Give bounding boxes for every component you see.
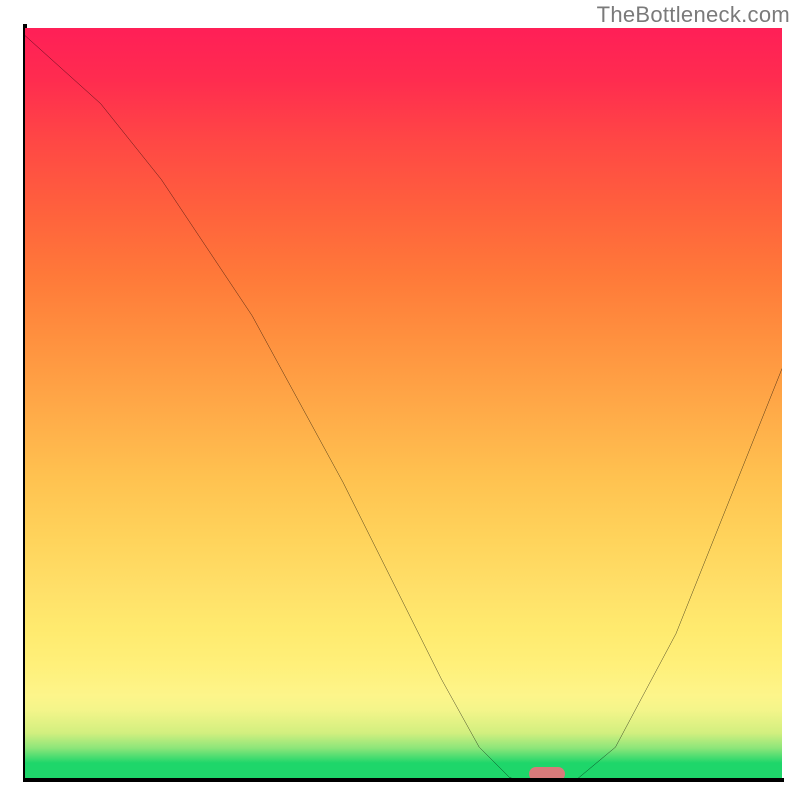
optimal-point-marker [529,767,565,778]
watermark-text: TheBottleneck.com [597,2,790,28]
bottleneck-curve [25,28,782,778]
plot-area [25,28,782,778]
